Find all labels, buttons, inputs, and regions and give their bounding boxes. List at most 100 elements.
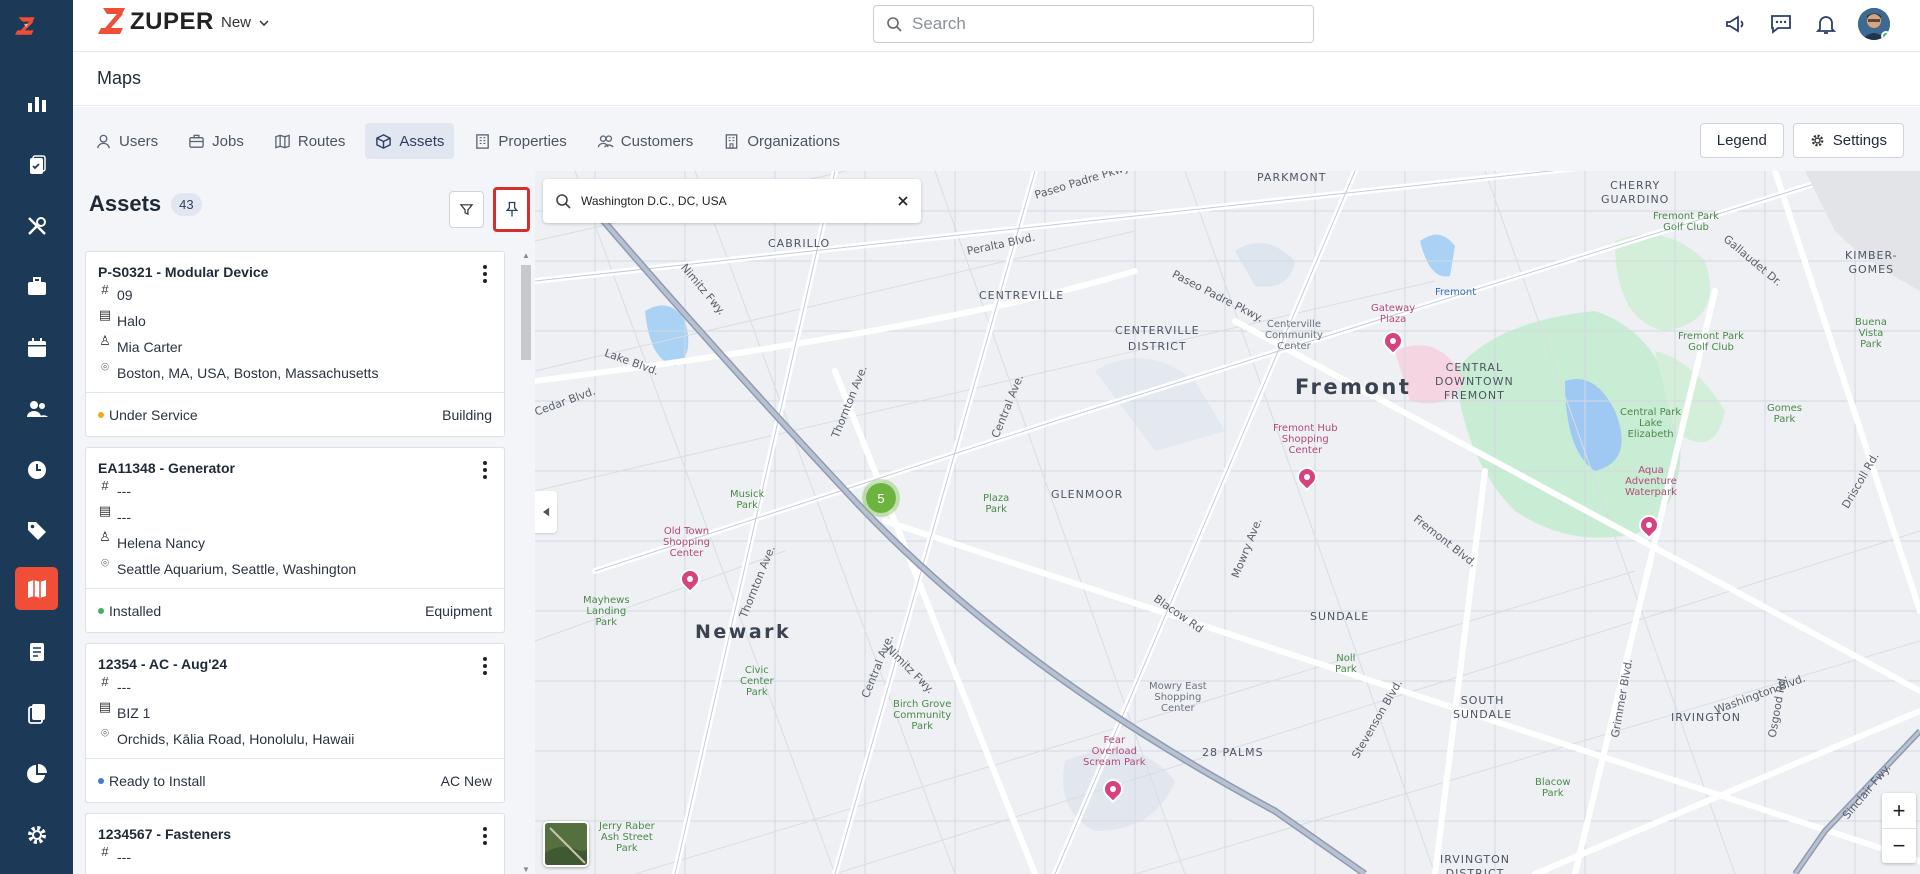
poi-fear-overload: Fear Overload Scream Park [1083,735,1146,768]
asset-category: Equipment [425,602,492,619]
chevron-down-icon [259,19,269,26]
nav-invoice-icon[interactable] [15,630,58,673]
hash-icon: # [101,673,109,689]
park-label: Noll Park [1335,653,1357,675]
asset-address: Orchids, Kālia Road, Honolulu, Hawaii [117,731,355,747]
briefcase-icon [189,134,204,148]
asset-card[interactable]: P-S0321 - Modular Device #09 ▤ Halo ♙ Mia … [85,251,505,437]
person-icon: ♙ [99,529,111,544]
map-canvas[interactable]: PARKMONT CHERRY GUARDINO CABRILLO CENTRE… [535,171,1920,874]
nav-documents-icon[interactable] [15,691,58,734]
user-avatar[interactable] [1858,8,1890,40]
nav-timesheet-icon[interactable] [15,448,58,491]
asset-status: Ready to Install [109,772,206,789]
park-label: Plaza Park [983,493,1010,515]
scroll-down-icon[interactable]: ▼ [522,865,530,874]
tab-properties[interactable]: Properties [464,123,576,159]
zoom-in-button[interactable]: + [1882,793,1916,828]
nav-maps-icon[interactable] [15,567,58,610]
left-nav-rail [0,0,73,874]
chat-icon[interactable] [1768,11,1794,37]
map-label-sundale: SUNDALE [1310,610,1370,623]
collapse-panel-button[interactable] [535,491,557,533]
announcement-icon[interactable] [1723,11,1749,37]
map-cluster-marker[interactable]: 5 [862,479,900,517]
park-label: Musick Park [730,489,765,511]
panel-title: Assets [89,191,162,216]
tab-assets[interactable]: Assets [365,123,455,159]
zuper-logo-icon[interactable] [14,14,58,58]
filter-button[interactable] [449,191,484,228]
tab-users-label: Users [119,132,159,150]
park-label: Buena Vista Park [1855,317,1887,350]
global-search-box[interactable] [873,5,1314,43]
global-search-input[interactable] [912,14,1292,34]
asset-category: Building [442,406,492,423]
scrollbar-thumb[interactable] [521,265,531,360]
brand-name: ZUPER [130,8,214,35]
pin-button[interactable] [493,187,530,232]
brand-logo[interactable]: ZUPER [97,4,214,40]
asset-card[interactable]: EA11348 - Generator # --- ▤ --- ♙ Helena Na… [85,447,505,633]
nav-tag-icon[interactable] [15,509,58,552]
asset-status: Installed [109,602,162,619]
close-icon[interactable] [897,195,909,207]
status-dot [98,777,104,784]
map-label-irvington-district: IRVINGTON DISTRICT [1440,853,1511,874]
scroll-up-icon[interactable]: ▲ [522,251,530,260]
nav-briefcase-icon[interactable] [15,265,58,308]
legend-label: Legend [1716,132,1767,149]
nav-jobs-icon[interactable] [15,143,58,186]
map-label-centerville-district: CENTERVILLE DISTRICT [1115,324,1200,353]
assets-count-badge: 43 [171,192,202,216]
satellite-toggle[interactable] [543,821,589,867]
legend-button[interactable]: Legend [1699,123,1784,158]
tab-jobs[interactable]: Jobs [178,123,254,159]
assets-panel: Assets 43 P-S0321 - Modular Device #09 ▤… [73,171,535,874]
nav-calendar-icon[interactable] [15,326,58,369]
tab-jobs-label: Jobs [212,132,244,150]
map-search-value[interactable]: Washington D.C., DC, USA [581,194,897,208]
more-options-icon[interactable] [476,264,494,284]
asset-card[interactable]: 12354 - AC - Aug'24 # --- ▤ BIZ 1 ⌾ Orchids… [85,643,505,803]
tab-users[interactable]: Users [85,123,168,159]
tab-customers[interactable]: Customers [587,123,704,159]
more-options-icon[interactable] [476,460,494,480]
map-label-centreville: CENTREVILLE [979,289,1065,302]
nav-settings-icon[interactable] [15,813,58,856]
map-label-cabrillo: CABRILLO [768,237,831,250]
assets-list-scrollbar[interactable]: ▲ ▼ [519,251,531,874]
nav-dashboard-icon[interactable] [15,82,58,125]
map-label-kimber-gomes: KIMBER- GOMES [1845,249,1898,276]
tab-routes[interactable]: Routes [264,123,356,159]
status-dot [98,607,104,614]
tab-routes-label: Routes [297,132,346,150]
settings-button[interactable]: Settings [1792,123,1904,158]
building-icon [476,133,490,149]
office-icon [725,133,738,149]
bell-icon[interactable] [1813,11,1839,37]
tab-organizations[interactable]: Organizations [713,123,850,159]
asset-card[interactable]: 1234567 - Fasteners # --- [85,813,505,874]
map-location-search[interactable]: Washington D.C., DC, USA [543,179,921,223]
zoom-out-button[interactable]: − [1882,828,1916,863]
map-label-south-sundale: SOUTH SUNDALE [1453,694,1513,721]
asset-organization: BIZ 1 [117,705,151,721]
asset-address: Seattle Aquarium, Seattle, Washington [117,561,357,577]
map-background [535,171,1920,874]
map-label-28-palms: 28 PALMS [1202,746,1264,759]
asset-owner: Mia Carter [117,339,183,355]
nav-team-icon[interactable] [15,387,58,430]
poi-old-town: Old Town Shopping Center [663,526,710,559]
online-status-dot [1881,31,1890,40]
park-label: Fremont Park Golf Club [1653,211,1719,233]
asset-number: --- [117,679,131,695]
nav-tools-icon[interactable] [15,204,58,247]
new-dropdown-button[interactable]: New [221,14,269,31]
zoom-controls: + − [1882,793,1916,863]
more-options-icon[interactable] [476,826,494,846]
park-label: Jerry Raber Ash Street Park [599,821,655,854]
nav-reports-icon[interactable] [15,752,58,795]
poi-fremont-hub: Fremont Hub Shopping Center [1273,423,1338,456]
more-options-icon[interactable] [476,656,494,676]
